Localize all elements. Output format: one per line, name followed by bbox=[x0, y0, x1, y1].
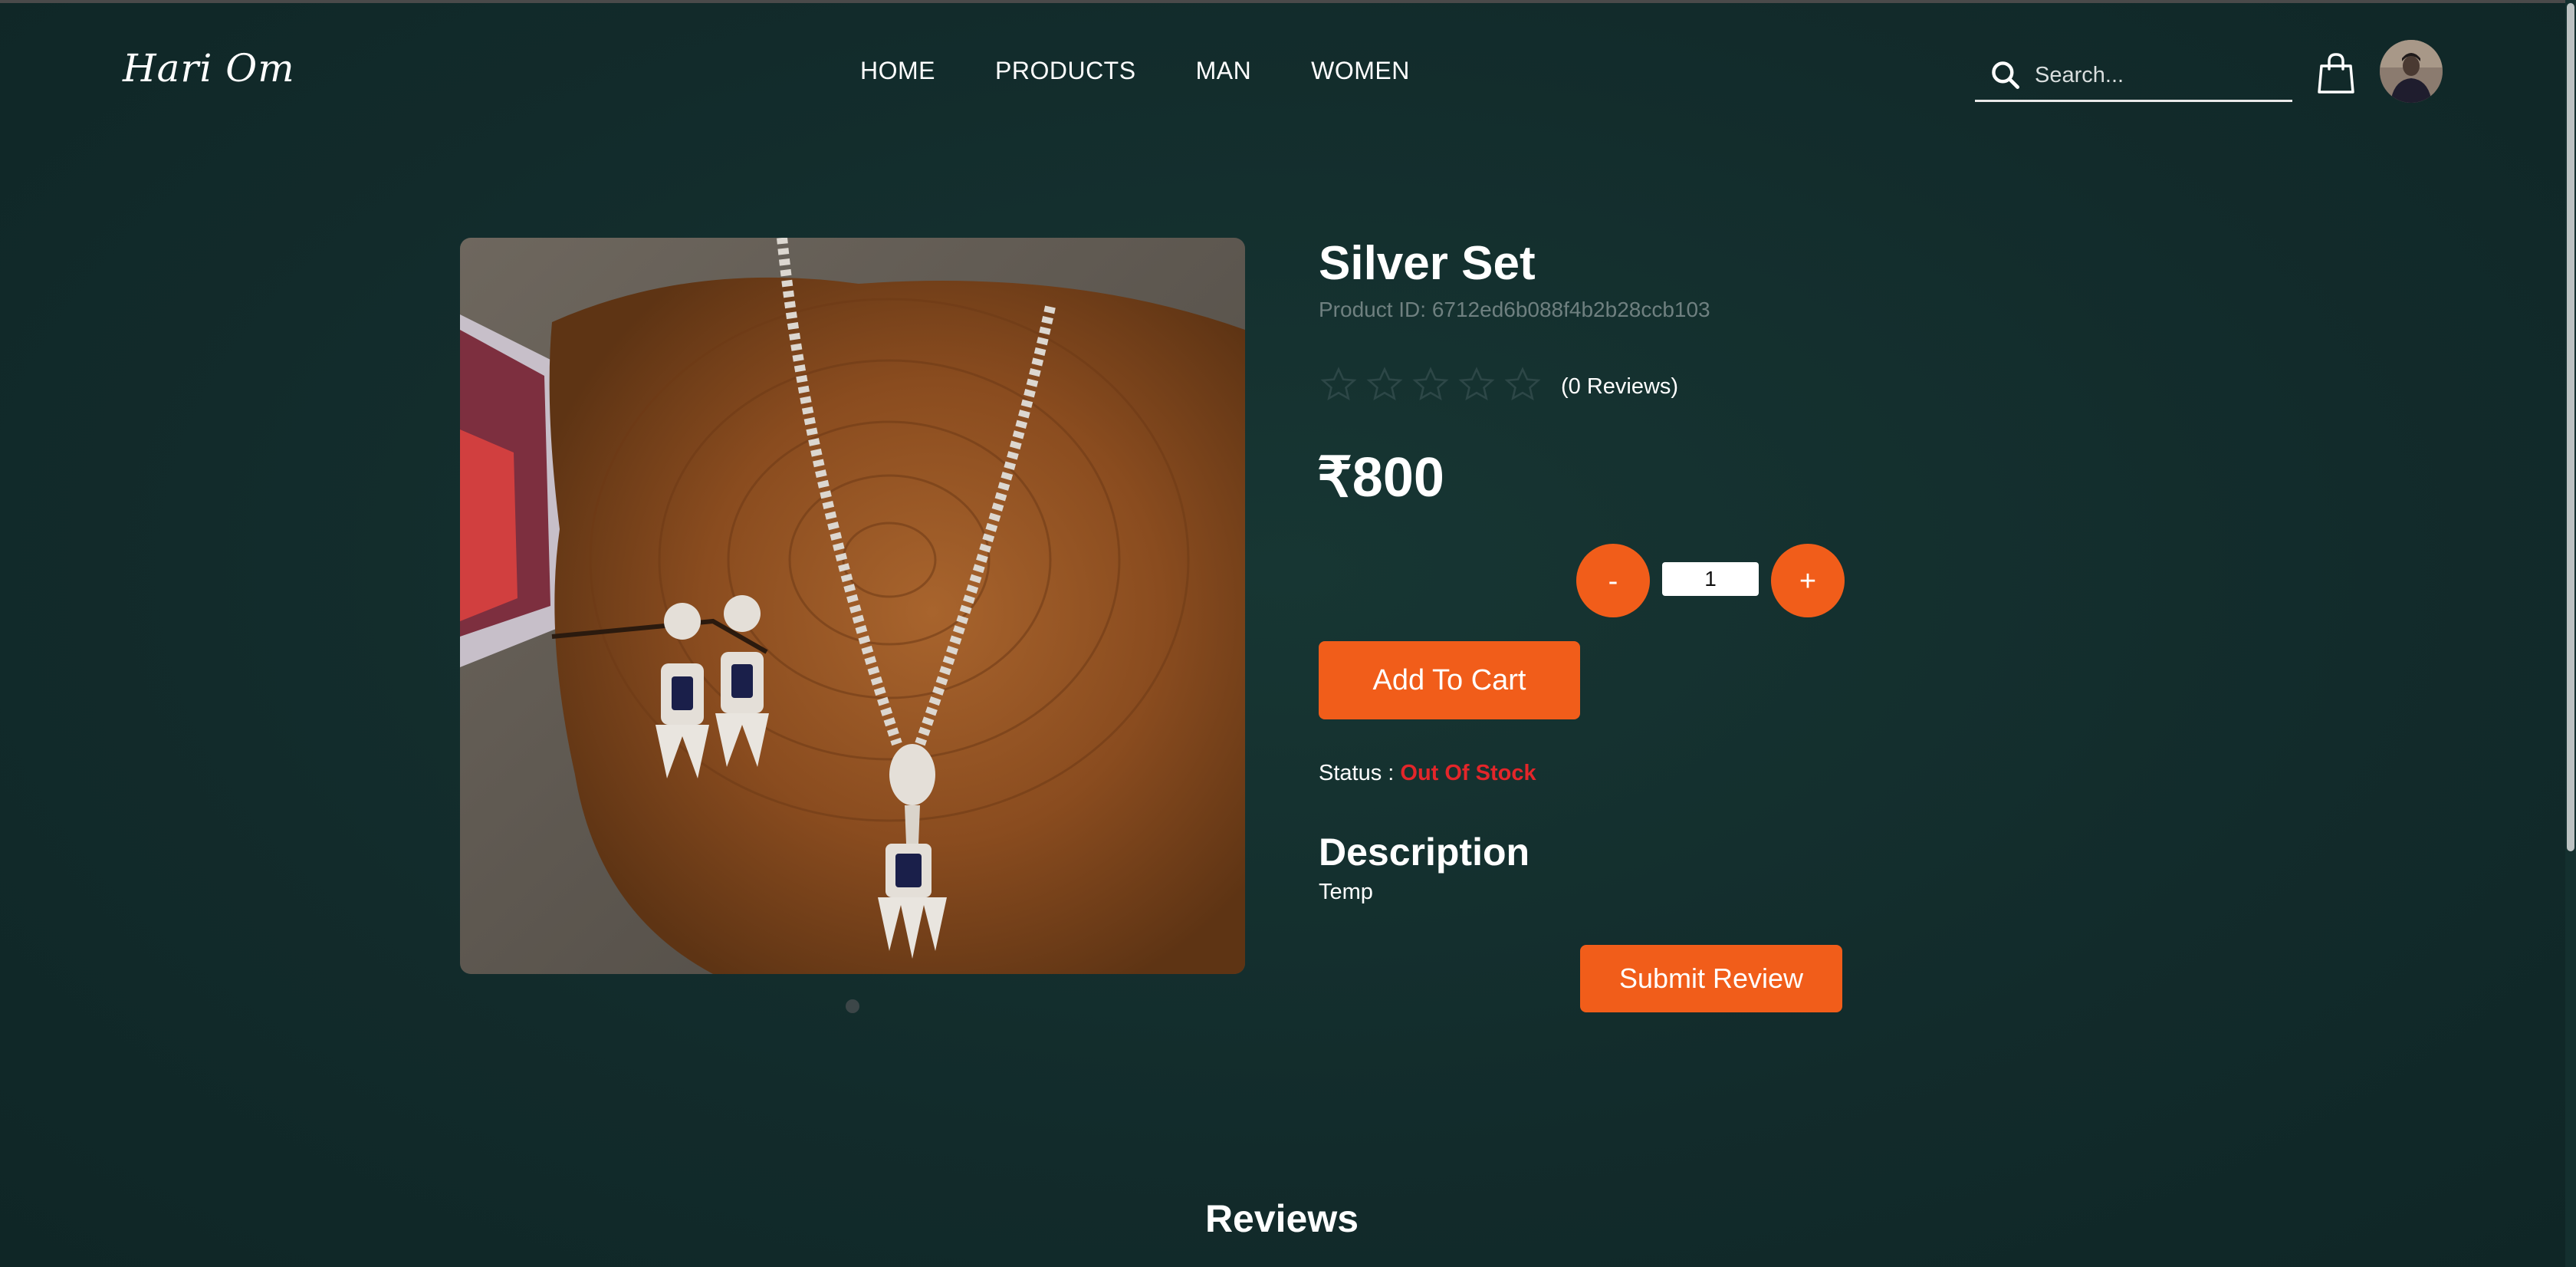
nav-item-products[interactable]: PRODUCTS bbox=[995, 57, 1136, 85]
search-bar bbox=[1975, 51, 2292, 102]
product-title: Silver Set bbox=[1319, 237, 1536, 290]
main-nav: HOME PRODUCTS MAN WOMEN bbox=[860, 57, 1410, 85]
quantity-increase-button[interactable]: + bbox=[1771, 544, 1845, 617]
search-icon[interactable] bbox=[1989, 58, 2022, 92]
scrollbar-thumb[interactable] bbox=[2567, 3, 2574, 851]
status-value: Out Of Stock bbox=[1400, 761, 1536, 785]
shopping-bag-icon[interactable] bbox=[2317, 52, 2355, 95]
product-id: Product ID: 6712ed6b088f4b2b28ccb103 bbox=[1319, 298, 1710, 321]
add-to-cart-button[interactable]: Add To Cart bbox=[1319, 641, 1580, 719]
description-heading: Description bbox=[1319, 831, 1530, 874]
nav-item-home[interactable]: HOME bbox=[860, 57, 935, 85]
reviews-count: (0 Reviews) bbox=[1561, 374, 1679, 399]
star-icon[interactable] bbox=[1319, 365, 1359, 405]
star-icon[interactable] bbox=[1457, 365, 1497, 405]
rating-stars bbox=[1319, 365, 1543, 405]
nav-item-man[interactable]: MAN bbox=[1196, 57, 1252, 85]
product-price: ₹800 bbox=[1317, 447, 1444, 508]
window-top-border bbox=[0, 0, 2576, 3]
reviews-heading: Reviews bbox=[1204, 1197, 1359, 1240]
stock-status: Status : Out Of Stock bbox=[1319, 761, 1536, 786]
nav-item-women[interactable]: WOMEN bbox=[1311, 57, 1410, 85]
star-icon[interactable] bbox=[1411, 365, 1451, 405]
submit-review-button[interactable]: Submit Review bbox=[1580, 945, 1842, 1012]
quantity-decrease-button[interactable]: - bbox=[1576, 544, 1650, 617]
brand-logo[interactable]: Hari Om bbox=[123, 46, 295, 90]
star-icon[interactable] bbox=[1365, 365, 1405, 405]
user-avatar[interactable] bbox=[2380, 40, 2443, 103]
search-input[interactable] bbox=[2033, 61, 2282, 89]
description-text: Temp bbox=[1319, 880, 1373, 904]
carousel-dot[interactable] bbox=[846, 999, 859, 1013]
status-label: Status : bbox=[1319, 761, 1395, 785]
star-icon[interactable] bbox=[1503, 365, 1543, 405]
product-image bbox=[460, 238, 1245, 974]
quantity-input[interactable] bbox=[1662, 562, 1759, 596]
